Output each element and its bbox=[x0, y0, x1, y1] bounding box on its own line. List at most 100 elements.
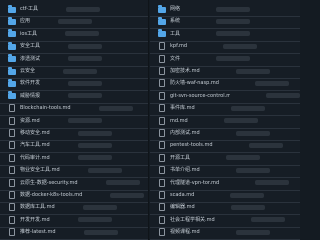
file-icon bbox=[9, 215, 15, 224]
left-file-list: ctf-工具 应用 ios工具 安全工具 渗透测试 云安全 软件开发 威胁情报 Blockcha… bbox=[0, 0, 149, 240]
file-icon bbox=[159, 166, 165, 175]
commit-message-placeholder bbox=[223, 118, 258, 124]
commit-message-placeholder bbox=[235, 229, 270, 235]
file-row[interactable]: 推荐-latest.md bbox=[0, 225, 148, 240]
item-name: md.md bbox=[170, 117, 188, 124]
item-name: 代理隧道-vpn-tor.md bbox=[170, 179, 220, 186]
commit-message-placeholder bbox=[266, 93, 300, 99]
commit-message-placeholder bbox=[66, 6, 101, 12]
item-name: 云原生-数据-security.md bbox=[20, 179, 78, 186]
commit-message-placeholder bbox=[255, 180, 290, 186]
item-name: 事件库.md bbox=[170, 105, 195, 112]
commit-message-placeholder bbox=[226, 155, 261, 161]
item-name: 开源工具 bbox=[170, 154, 191, 161]
commit-message-placeholder bbox=[77, 142, 112, 148]
commit-message-placeholder bbox=[68, 43, 103, 49]
item-name: 工具 bbox=[170, 30, 181, 37]
commit-message-placeholder bbox=[235, 130, 270, 136]
folder-icon bbox=[158, 4, 166, 13]
file-row[interactable]: 视频课程.md bbox=[150, 225, 300, 240]
commit-message-placeholder bbox=[105, 180, 140, 186]
item-name: Blockchain-tools.md bbox=[20, 105, 71, 112]
right-file-list: 网络 系统 工具 kpf.md 文件 加密技术.md 防火墙-waf-nasp.md git-… bbox=[150, 0, 300, 240]
item-name: kpf.md bbox=[170, 43, 188, 50]
item-name: ios工具 bbox=[20, 30, 38, 37]
item-name: 移动安全.md bbox=[20, 130, 50, 136]
folder-icon bbox=[8, 54, 16, 63]
commit-message-placeholder bbox=[223, 43, 258, 49]
folder-icon bbox=[8, 16, 16, 25]
file-icon bbox=[9, 191, 15, 199]
file-icon bbox=[9, 203, 15, 212]
file-icon bbox=[159, 104, 165, 113]
file-icon bbox=[159, 141, 165, 150]
item-name: 加密技术.md bbox=[170, 68, 200, 74]
item-name: 应用 bbox=[20, 18, 31, 25]
item-name: 渗透测试 bbox=[20, 55, 41, 62]
item-name: 数据库工具.md bbox=[20, 204, 55, 211]
item-name: 网络 bbox=[170, 6, 181, 12]
file-icon bbox=[9, 178, 15, 187]
folder-icon bbox=[8, 41, 16, 50]
commit-message-placeholder bbox=[250, 217, 285, 223]
item-name: 威胁情报 bbox=[20, 92, 41, 99]
commit-message-placeholder bbox=[77, 155, 112, 161]
commit-message-placeholder bbox=[65, 31, 100, 37]
file-icon bbox=[159, 228, 165, 237]
commit-message-placeholder bbox=[110, 192, 145, 198]
commit-message-placeholder bbox=[248, 142, 283, 148]
file-icon bbox=[9, 228, 15, 237]
commit-message-placeholder bbox=[68, 56, 103, 62]
file-icon bbox=[9, 129, 15, 137]
item-name: scada.md bbox=[170, 192, 195, 198]
commit-message-placeholder bbox=[83, 229, 118, 235]
item-name: git-svn-source-control.md bbox=[170, 92, 230, 99]
commit-message-placeholder bbox=[216, 18, 251, 24]
commit-message-placeholder bbox=[77, 217, 112, 223]
commit-message-placeholder bbox=[77, 130, 112, 136]
folder-icon bbox=[158, 16, 166, 25]
file-icon bbox=[159, 67, 165, 75]
commit-message-placeholder bbox=[230, 204, 265, 210]
folder-icon bbox=[8, 91, 16, 100]
file-icon bbox=[159, 153, 165, 162]
item-name: 视频课程.md bbox=[170, 229, 200, 236]
item-name: 资源.md bbox=[20, 117, 40, 124]
commit-message-placeholder bbox=[230, 192, 265, 198]
item-name: 社会工程学相关.md bbox=[170, 216, 215, 223]
item-name: 防火墙-waf-nasp.md bbox=[170, 80, 219, 87]
file-icon bbox=[159, 129, 165, 137]
item-name: 物业安全工具.md bbox=[20, 167, 60, 174]
item-name: 汽车工具.md bbox=[20, 142, 50, 149]
commit-message-placeholder bbox=[216, 56, 251, 62]
commit-message-placeholder bbox=[254, 80, 289, 86]
item-name: pentest-tools.md bbox=[170, 142, 213, 149]
commit-message-placeholder bbox=[235, 68, 270, 74]
file-icon bbox=[9, 116, 15, 125]
commit-message-placeholder bbox=[67, 118, 102, 124]
folder-icon bbox=[8, 4, 16, 13]
item-name: 系统 bbox=[170, 18, 181, 25]
commit-message-placeholder bbox=[235, 167, 270, 173]
file-icon bbox=[159, 54, 165, 63]
commit-message-placeholder bbox=[216, 31, 251, 37]
item-name: 编辑器.md bbox=[170, 204, 195, 211]
file-icon bbox=[9, 166, 15, 175]
commit-message-placeholder bbox=[98, 105, 133, 111]
commit-message-placeholder bbox=[230, 105, 265, 111]
item-name: 数据-docker-k8s-tools.md bbox=[20, 192, 83, 198]
file-icon bbox=[9, 153, 15, 162]
commit-message-placeholder bbox=[82, 204, 117, 210]
folder-icon bbox=[158, 29, 166, 38]
file-icon bbox=[159, 79, 165, 88]
file-icon bbox=[159, 178, 165, 187]
item-name: 开发开发.md bbox=[20, 216, 50, 223]
folder-icon bbox=[8, 78, 16, 87]
file-icon bbox=[159, 215, 165, 224]
commit-message-placeholder bbox=[63, 68, 98, 74]
commit-message-placeholder bbox=[216, 6, 251, 12]
commit-message-placeholder bbox=[68, 80, 103, 86]
item-name: 书单介绍.md bbox=[170, 167, 200, 174]
item-name: 软件开发 bbox=[20, 80, 41, 87]
commit-message-placeholder bbox=[87, 167, 122, 173]
